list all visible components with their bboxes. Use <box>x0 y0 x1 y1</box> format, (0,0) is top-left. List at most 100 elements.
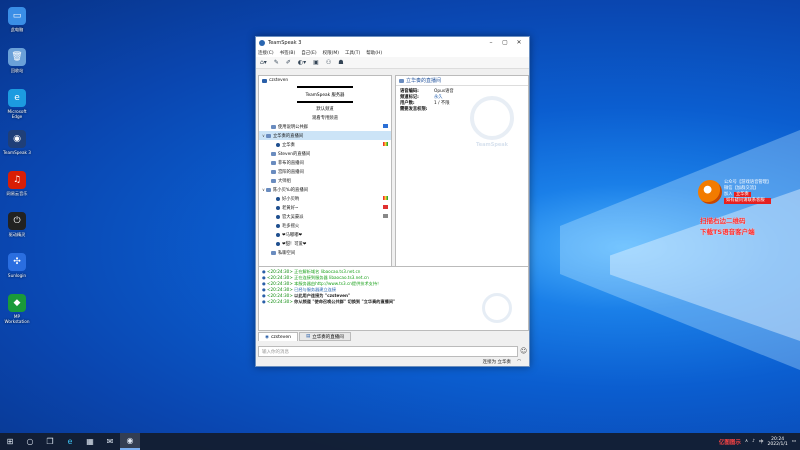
promo-red-text: 扫描右边二维码 下载TS语音客户端 <box>700 217 755 236</box>
emoji-icon[interactable]: ☺ <box>520 347 527 355</box>
watch-channel[interactable]: 观看专用频道 <box>259 113 391 122</box>
user-row[interactable]: 好小贝哟 <box>259 194 391 203</box>
away-icon[interactable]: ◐▾ <box>298 59 306 66</box>
desktop-icon[interactable]: ✣ Sunlogin <box>2 250 32 291</box>
minimize-button[interactable]: – <box>484 39 498 46</box>
menu-item[interactable]: 连接(C) <box>258 50 274 56</box>
desktop-icon[interactable]: 🗑 回收站 <box>2 45 32 86</box>
user-row[interactable]: 立华奏 <box>259 140 391 149</box>
menu-item[interactable]: 书签(B) <box>280 50 296 56</box>
globe-icon: ◉ <box>265 334 269 340</box>
chat-text: 本服务器由http://www.ts3.cn提供技术支持！ <box>294 281 382 287</box>
server-row[interactable]: czsteven <box>259 76 391 85</box>
input-language[interactable]: 中 <box>759 439 764 445</box>
server-banner: TeamSpeak 服务器 <box>305 92 345 98</box>
edge-icon[interactable]: e <box>60 433 80 450</box>
maximize-button[interactable]: ▢ <box>498 39 512 46</box>
badge-icons <box>382 142 388 146</box>
status-text: 连接为 立华奏 <box>482 359 512 365</box>
user-row[interactable]: 老黄好~ <box>259 203 391 212</box>
chat-timestamp: <20:24:30> <box>267 269 293 274</box>
row-label: 立华奏的直播间 <box>273 133 304 139</box>
channel-row[interactable]: 大师组 <box>259 176 391 185</box>
channel-row[interactable]: ∨ 陈小贝Yu的直播间 <box>259 185 391 194</box>
row-label: 私聊空间 <box>278 250 296 256</box>
menu-item[interactable]: 权限(M) <box>323 50 339 56</box>
chat-text: 你从频道 "使命召唤公共群" 切换到 "立华奏的直播间" <box>294 299 396 305</box>
chat-log[interactable]: ● <20:24:30> 正在解析域名 libaocao.ts3.net.cn ●… <box>258 266 529 331</box>
chat-input-placeholder: 输入你的消息 <box>262 349 289 355</box>
mic-icon[interactable]: ▣ <box>313 59 319 66</box>
default-channel[interactable]: 默认频道 <box>259 104 391 113</box>
channel-row[interactable]: 私聊空间 <box>259 248 391 257</box>
tab-label: 立华奏的直播间 <box>312 334 344 340</box>
user-row[interactable]: ❤马嘟嘟❤ <box>259 230 391 239</box>
row-label: 好小贝哟 <box>282 196 300 202</box>
tab-channel[interactable]: ▤ 立华奏的直播间 <box>298 332 351 341</box>
close-button[interactable]: ✕ <box>512 39 526 46</box>
channel-tree[interactable]: czsteven TeamSpeak 服务器 默认频道 观看专用频道 使用说明公… <box>258 75 392 290</box>
chat-input[interactable]: 输入你的消息 <box>258 346 518 357</box>
chat-text: 已经与服务器建立连接 <box>294 287 337 293</box>
desktop-icon[interactable]: ◆ MP Workstation <box>2 291 32 332</box>
channel-icon <box>266 187 271 192</box>
desktop-icon-label: TeamSpeak 3 <box>3 150 31 155</box>
volume-icon[interactable]: ♪ <box>752 439 755 444</box>
channel-icon <box>399 78 404 83</box>
row-label: 大师组 <box>278 178 291 184</box>
channel-icon <box>271 160 276 165</box>
row-label: 老黄好~ <box>282 205 299 211</box>
menu-item[interactable]: 帮助(H) <box>366 50 382 56</box>
app-icon: e <box>8 89 26 107</box>
menu-item[interactable]: 自己(E) <box>301 50 316 56</box>
search-icon[interactable]: ○ <box>20 433 40 450</box>
identity-icon[interactable]: ☗ <box>338 59 343 66</box>
menu-item[interactable]: 工具(T) <box>345 50 360 56</box>
title-bar[interactable]: TeamSpeak 3 – ▢ ✕ <box>256 37 529 48</box>
mail-icon[interactable]: ✉ <box>100 433 120 450</box>
teamspeak-icon <box>259 39 265 46</box>
teamspeak-task-icon[interactable]: ◉ <box>120 433 140 450</box>
desktop-icon[interactable]: e Microsoft Edge <box>2 86 32 127</box>
channel-row[interactable]: 菲布的直播间 <box>259 158 391 167</box>
desktop-icon[interactable]: ▭ 此电脑 <box>2 4 32 45</box>
channel-row[interactable]: 使用说明公共群 <box>259 122 391 131</box>
channel-row[interactable]: ∨ 立华奏的直播间 <box>259 131 391 140</box>
task-view-icon[interactable]: ❐ <box>40 433 60 450</box>
store-icon[interactable]: ▦ <box>80 433 100 450</box>
tab-server[interactable]: ◉ czsteven <box>258 332 298 341</box>
badge-icon <box>383 205 388 209</box>
app-icon: ◆ <box>8 294 26 312</box>
promo-logo-icon <box>698 180 722 204</box>
tree-rows: 使用说明公共群 ∨ 立华奏的直播间 立华奏 Steven的直播间 菲布的直播间 宫阳的直播间… <box>259 122 391 257</box>
badge-icon <box>383 142 388 146</box>
channel-row[interactable]: Steven的直播间 <box>259 149 391 158</box>
desktop-icon-label: Microsoft Edge <box>7 109 27 119</box>
teamspeak-window[interactable]: TeamSpeak 3 – ▢ ✕ 连接(C) 书签(B) 自己(E) 权限(M) 工具… <box>255 36 530 367</box>
chat-text: 以此用户连接为 "czsteven" <box>294 293 351 299</box>
user-row[interactable]: 毛多摇火 <box>259 221 391 230</box>
row-label: 官大吴豪派 <box>282 214 304 220</box>
disconnect-icon[interactable]: ✎ <box>274 59 279 66</box>
row-label: 使用说明公共群 <box>278 124 309 130</box>
user-row[interactable]: 官大吴豪派 <box>259 212 391 221</box>
connect-icon[interactable]: ⌂▾ <box>260 59 267 66</box>
badge-icons <box>382 124 388 128</box>
channel-row[interactable]: 宫阳的直播间 <box>259 167 391 176</box>
bookmark-icon[interactable]: ✐ <box>286 59 291 66</box>
start-button[interactable]: ⊞ <box>0 433 20 450</box>
tray-chevron-icon[interactable]: ∧ <box>745 439 748 444</box>
chat-text: 正在解析域名 libaocao.ts3.net.cn <box>294 269 361 274</box>
clock[interactable]: 20:24 2022/1/1 <box>768 437 788 447</box>
user-row[interactable]: ❤甜！可爱❤ <box>259 239 391 248</box>
row-label: 陈小贝Yu的直播间 <box>273 187 308 193</box>
notification-icon[interactable]: ▭ <box>792 439 796 444</box>
chat-timestamp: <20:24:30> <box>267 293 293 299</box>
contacts-icon[interactable]: ⚇ <box>326 59 331 66</box>
desktop-icon[interactable]: ♫ 网易云音乐 <box>2 168 32 209</box>
teamspeak-watermark-icon <box>482 293 512 323</box>
user-status-icon <box>276 214 280 219</box>
desktop-icon[interactable]: ⏻ 驱动精灵 <box>2 209 32 250</box>
app-icon: ⏻ <box>8 212 26 230</box>
desktop-icon[interactable]: ◉ TeamSpeak 3 <box>2 127 32 168</box>
